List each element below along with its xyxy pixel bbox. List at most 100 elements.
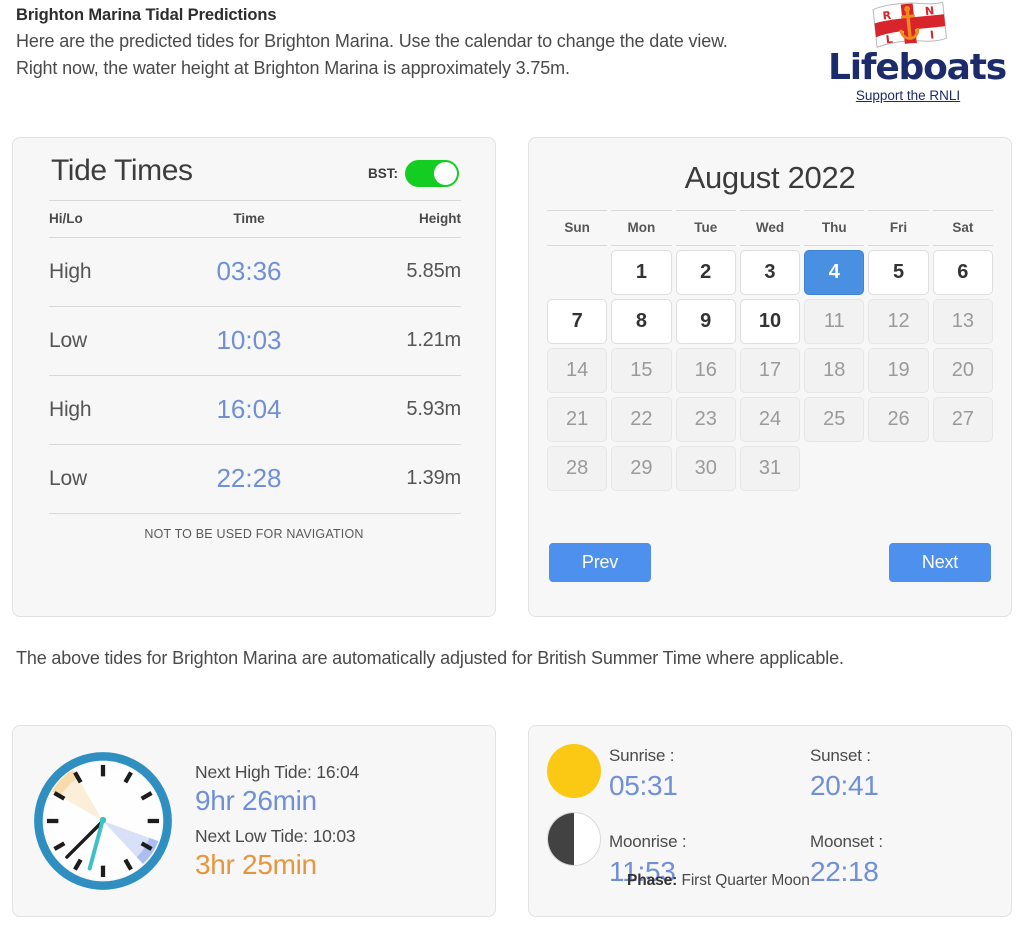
next-high-tide-label: Next High Tide: 16:04 [195,762,360,782]
calendar-day-cell: 19 [868,348,929,393]
calendar-day-cell[interactable]: 7 [547,299,608,344]
tide-card-header: Tide Times BST: [49,138,459,200]
next-tide-info: Next High Tide: 16:04 9hr 26min Next Low… [195,760,359,882]
calendar-day-cell: 12 [868,299,929,344]
moonset-label: Moonset : [810,832,883,851]
next-low-tide-countdown: 3hr 25min [195,849,317,880]
sun-icon [547,744,601,798]
rnli-wordmark: Lifeboats [828,47,1007,88]
table-row: High 03:36 5.85m [49,237,461,307]
navigation-warning: NOT TO BE USED FOR NAVIGATION [144,527,364,541]
sunset-label: Sunset : [810,746,871,765]
svg-text:L: L [885,33,893,47]
calendar-day-cell: 22 [611,397,672,442]
moon-phase-icon [547,812,601,866]
calendar-card: August 2022 Sun Mon Tue Wed Thu Fri Sat 1 2 3 4 5 6 7… [528,137,1012,617]
calendar-day-name: Thu [804,210,865,246]
next-high-tide-countdown: 9hr 26min [195,785,317,816]
calendar-day-cell[interactable]: 9 [675,299,736,344]
tide-clock-icon [34,752,172,890]
calendar-day-cell: 11 [804,299,865,344]
calendar-day-cell: 17 [739,348,801,393]
column-header-height: Height [329,200,461,238]
tide-height: 1.21m [329,306,461,376]
tide-times-card: Tide Times BST: Hi/Lo Time Height High 0… [12,137,496,617]
intro-paragraph: Here are the predicted tides for Brighto… [16,31,728,51]
tide-time: 03:36 [169,237,329,307]
calendar-day-cell[interactable]: 1 [611,250,672,295]
bst-label: BST: [368,166,398,181]
table-header-row: Hi/Lo Time Height [49,200,461,238]
tide-height: 5.93m [329,375,461,445]
calendar-day-cell[interactable]: 10 [739,299,801,344]
calendar-day-name: Mon [611,210,672,246]
tide-type: Low [49,306,169,376]
next-month-button[interactable]: Next [889,543,991,582]
calendar-day-cell: 20 [932,348,993,393]
tide-time: 16:04 [169,375,329,445]
moon-phase-line: Phase: First Quarter Moon [627,872,810,890]
table-row: Low 10:03 1.21m [49,306,461,376]
calendar-day-cell: 27 [932,397,993,442]
prev-month-button[interactable]: Prev [549,543,651,582]
rnli-logo[interactable]: R N L I Lifeboats Support the RNLI [828,0,1007,105]
calendar-day-cell: 24 [739,397,801,442]
next-tide-card: Next High Tide: 16:04 9hr 26min Next Low… [12,725,496,917]
calendar-day-name: Sat [932,210,993,246]
calendar-day-cell: 18 [804,348,865,393]
header-text-block: Brighton Marina Tidal Predictions Here a… [16,4,816,82]
calendar-day-cell: 15 [611,348,672,393]
calendar-day-cell: 29 [611,446,672,491]
calendar-blank-cell [547,250,607,295]
calendar-day-name: Tue [675,210,736,246]
column-header-time: Time [169,200,329,238]
calendar-grid: Sun Mon Tue Wed Thu Fri Sat 1 2 3 4 5 6 7 8 9 10 11 12 13 14… [547,210,993,491]
rnli-flag-icon: R N L I [872,1,948,49]
page-title: Brighton Marina Tidal Predictions [16,6,277,24]
calendar-day-name: Fri [868,210,929,246]
calendar-day-cell: 28 [547,446,608,491]
calendar-day-cell: 25 [804,397,865,442]
calendar-navigation: Prev Next [549,543,991,582]
sunrise-value: 05:31 [609,770,678,801]
tide-type: High [49,375,169,445]
sunrise-label: Sunrise : [609,746,675,765]
calendar-day-cell: 21 [547,397,608,442]
bst-toggle[interactable] [405,160,459,187]
bst-toggle-knob [434,162,457,185]
calendar-day-cell[interactable]: 2 [675,250,736,295]
moon-phase-label: Phase: [627,872,678,889]
tide-height: 5.85m [329,237,461,307]
tide-type: Low [49,444,169,514]
calendar-day-name: Sun [547,210,608,246]
moonrise-label: Moonrise : [609,832,687,851]
svg-text:N: N [924,4,935,18]
calendar-day-selected[interactable]: 4 [804,250,865,295]
calendar-day-cell: 26 [868,397,929,442]
current-height-paragraph: Right now, the water height at Brighton … [16,58,570,78]
table-row: Low 22:28 1.39m [49,444,461,514]
next-low-tide-label: Next Low Tide: 10:03 [195,826,356,846]
calendar-day-cell[interactable]: 3 [739,250,801,295]
bst-toggle-group: BST: [368,160,459,187]
tide-type: High [49,237,169,307]
support-rnli-link[interactable]: Support the RNLI [856,88,960,103]
page-header: Brighton Marina Tidal Predictions Here a… [0,0,1024,130]
tide-times-title: Tide Times [51,154,193,187]
calendar-day-cell: 31 [739,446,801,491]
calendar-day-cell: 30 [675,446,736,491]
bst-adjustment-note: The above tides for Brighton Marina are … [16,648,844,668]
sunset-value: 20:41 [810,770,879,801]
tide-height: 1.39m [329,444,461,514]
calendar-day-cell[interactable]: 8 [611,299,672,344]
tide-time: 22:28 [169,444,329,514]
calendar-day-cell[interactable]: 6 [932,250,993,295]
tide-times-table: Hi/Lo Time Height High 03:36 5.85m Low 1… [49,200,461,514]
calendar-day-cell: 13 [932,299,993,344]
calendar-month-title: August 2022 [684,160,856,195]
tide-time: 10:03 [169,306,329,376]
calendar-day-cell: 23 [675,397,736,442]
calendar-day-name: Wed [739,210,801,246]
calendar-day-cell[interactable]: 5 [868,250,929,295]
sun-moon-icon-column [547,742,609,916]
